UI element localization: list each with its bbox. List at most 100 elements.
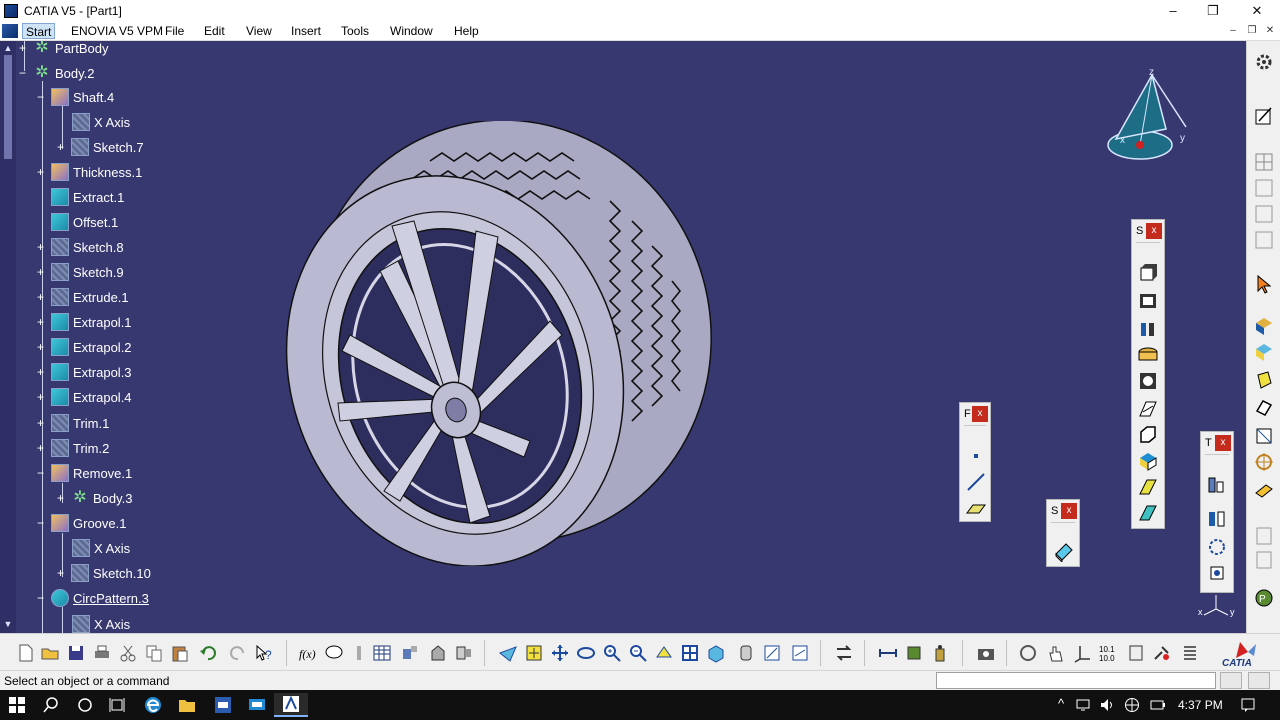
collapse-minus-icon[interactable]: −	[36, 592, 45, 604]
expand-plus-icon[interactable]: +	[36, 241, 45, 253]
notification-center-icon[interactable]	[1240, 697, 1256, 713]
capture-icon[interactable]	[976, 643, 996, 663]
tree-node-body-3[interactable]: + ✲ Body.3	[56, 487, 133, 509]
expand-plus-icon[interactable]: +	[36, 266, 45, 278]
select-arrow-icon[interactable]	[1253, 273, 1275, 295]
tree-node-partbody[interactable]: + ✲ PartBody	[18, 41, 109, 59]
open-icon[interactable]	[40, 643, 60, 663]
toolbar-grip[interactable]	[1051, 522, 1075, 526]
solid-icon[interactable]	[1253, 341, 1275, 363]
multi-sections-solid-icon[interactable]	[1137, 476, 1159, 498]
expand-plus-icon[interactable]: +	[36, 291, 45, 303]
hide-show-icon[interactable]	[762, 643, 782, 663]
menu-view[interactable]: View	[243, 23, 275, 39]
tree-node-sketch-10[interactable]: + Sketch.10	[56, 562, 151, 584]
formula-icon[interactable]: f(x)	[298, 643, 318, 663]
analysis-icon[interactable]	[1253, 425, 1275, 447]
extrude-tool-icon[interactable]	[1253, 397, 1275, 419]
knowledge-icon[interactable]: P	[1253, 587, 1275, 609]
expand-plus-icon[interactable]: +	[36, 442, 45, 454]
constraint-icon[interactable]	[1253, 203, 1275, 225]
zoom-out-icon[interactable]	[628, 643, 648, 663]
workbench-icon[interactable]	[1126, 643, 1146, 663]
tray-chevron-up-icon[interactable]: ^	[1058, 696, 1064, 711]
menu-help[interactable]: Help	[451, 23, 482, 39]
measure-between-icon[interactable]	[878, 643, 898, 663]
properties-icon[interactable]	[1180, 643, 1200, 663]
groove-icon[interactable]	[1137, 344, 1159, 366]
expand-plus-icon[interactable]: +	[18, 42, 27, 54]
target-icon[interactable]	[1253, 451, 1275, 473]
grid-snap-icon[interactable]	[1253, 177, 1275, 199]
tree-node-body-2[interactable]: − ✲ Body.2	[18, 62, 95, 84]
expand-plus-icon[interactable]: +	[56, 567, 65, 579]
rib-icon[interactable]	[1137, 398, 1159, 420]
command-input[interactable]	[936, 672, 1216, 689]
close-button[interactable]: ✕	[1234, 0, 1280, 21]
scroll-thumb[interactable]	[4, 55, 12, 159]
axis-system-icon[interactable]	[1072, 643, 1092, 663]
expand-plus-icon[interactable]: +	[36, 391, 45, 403]
design-table-icon[interactable]	[400, 643, 420, 663]
battery-icon[interactable]	[1150, 698, 1166, 712]
surface-based-features-toolbar[interactable]: S x	[1046, 499, 1080, 567]
redo-icon[interactable]	[228, 643, 248, 663]
close-icon[interactable]: x	[972, 406, 988, 422]
measure-item-icon[interactable]	[904, 643, 924, 663]
status-button-2[interactable]	[1248, 672, 1270, 689]
language-globe-icon[interactable]	[1124, 697, 1140, 713]
tree-node-extract-1[interactable]: · Extract.1	[36, 186, 124, 208]
iso-view-icon[interactable]	[706, 643, 726, 663]
menu-edit[interactable]: Edit	[201, 23, 228, 39]
search-button[interactable]	[34, 693, 68, 717]
tree-node-sketch-7[interactable]: + Sketch.7	[56, 136, 144, 158]
menu-start[interactable]: Start	[22, 23, 56, 39]
refresh-icon[interactable]	[1018, 643, 1038, 663]
catia-menu-icon[interactable]	[2, 24, 18, 38]
word-taskbar-button[interactable]	[206, 693, 240, 717]
tree-node-x-axis-2[interactable]: X Axis	[72, 537, 130, 559]
tree-node-extrapol-4[interactable]: + Extrapol.4	[36, 386, 132, 408]
pocket-icon[interactable]	[1137, 290, 1159, 312]
table-icon[interactable]	[372, 643, 392, 663]
save-icon[interactable]	[66, 643, 86, 663]
toolbar-grip[interactable]	[1136, 242, 1160, 246]
print-icon[interactable]	[92, 643, 112, 663]
tree-node-shaft-4[interactable]: − Shaft.4	[36, 86, 114, 108]
tree-node-extrapol-3[interactable]: + Extrapol.3	[36, 361, 132, 383]
translation-icon[interactable]	[1206, 474, 1228, 496]
pan-icon[interactable]	[550, 643, 570, 663]
compass-widget[interactable]: z x y	[1106, 67, 1190, 171]
mdi-restore-button[interactable]: ❐	[1245, 24, 1259, 38]
part-design-icon[interactable]	[1253, 315, 1275, 337]
tree-node-remove-1[interactable]: − Remove.1	[36, 462, 132, 484]
shading-icon[interactable]	[736, 643, 756, 663]
sketch-based-features-toolbar[interactable]: S x	[1131, 219, 1165, 529]
point-icon[interactable]	[965, 445, 987, 467]
measure-inertia-icon[interactable]	[930, 643, 950, 663]
expand-plus-icon[interactable]: +	[36, 341, 45, 353]
transformation-features-toolbar[interactable]: T x	[1200, 431, 1234, 593]
scroll-up-arrow-icon[interactable]: ▲	[3, 43, 13, 53]
tree-scrollbar[interactable]: ▲ ▼	[0, 41, 16, 633]
menu-insert[interactable]: Insert	[288, 23, 324, 39]
status-button-1[interactable]	[1220, 672, 1242, 689]
gear-icon[interactable]	[1253, 51, 1275, 73]
catia-taskbar-button[interactable]	[274, 693, 308, 717]
expand-plus-icon[interactable]: +	[36, 166, 45, 178]
dimension-icon[interactable]	[1253, 229, 1275, 251]
menu-file[interactable]: File	[162, 23, 187, 39]
scroll-down-arrow-icon[interactable]: ▼	[3, 619, 13, 629]
taskbar-clock[interactable]: 4:37 PM	[1178, 698, 1223, 712]
tree-node-sketch-9[interactable]: + Sketch.9	[36, 261, 124, 283]
tree-node-sketch-8[interactable]: + Sketch.8	[36, 236, 124, 258]
new-icon[interactable]	[16, 643, 36, 663]
expand-plus-icon[interactable]: +	[56, 141, 65, 153]
tree-node-x-axis-3[interactable]: X Axis	[72, 613, 130, 633]
explorer-taskbar-button[interactable]	[170, 693, 204, 717]
grid-icon[interactable]	[1253, 151, 1275, 173]
knowledge-inspector-icon[interactable]	[454, 643, 474, 663]
maximize-button[interactable]: ❐	[1190, 0, 1236, 21]
paste-icon[interactable]	[170, 643, 190, 663]
law-icon[interactable]	[350, 643, 370, 663]
